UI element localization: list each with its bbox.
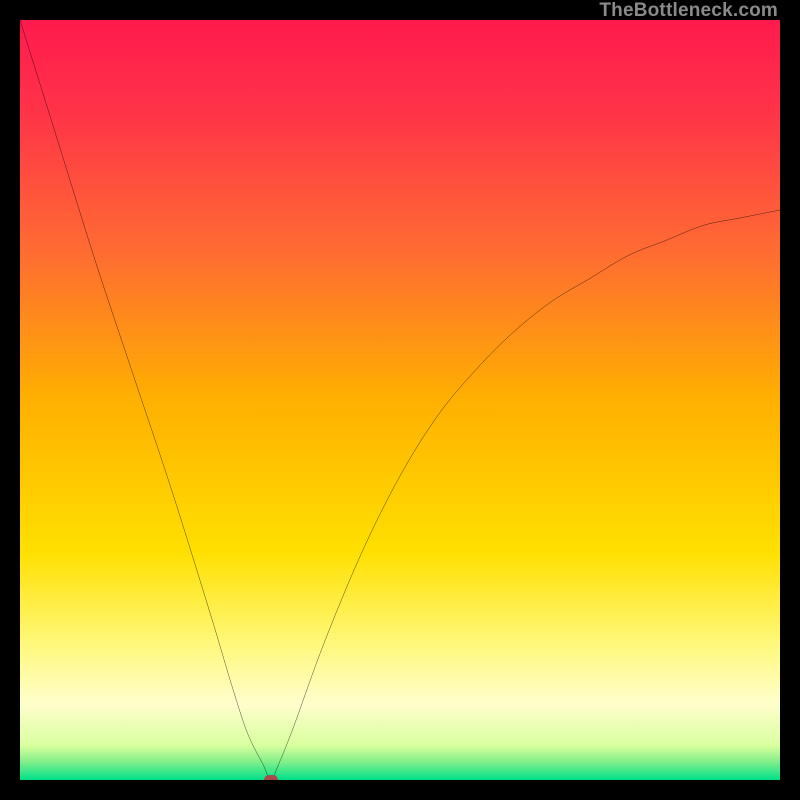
optimal-point-marker [264,775,278,780]
chart-plot-area [20,20,780,780]
background-gradient [20,20,780,780]
attribution-label: TheBottleneck.com [599,0,778,22]
